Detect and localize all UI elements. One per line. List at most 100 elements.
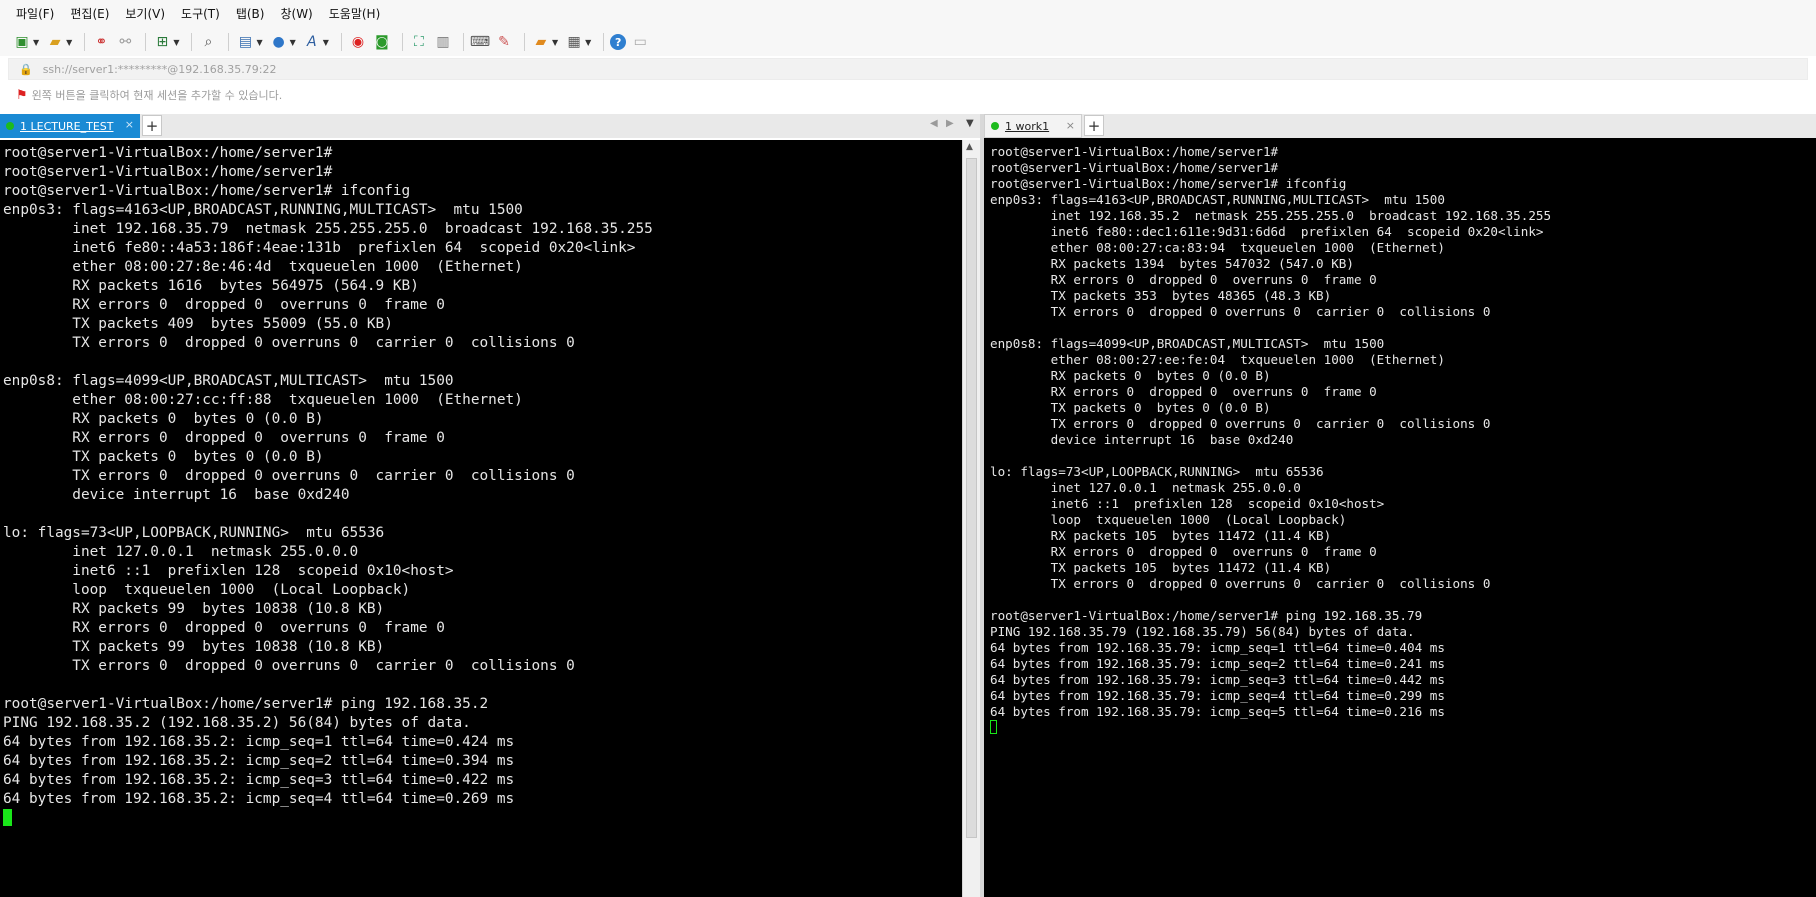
session-info-bar: ⚑ 왼쪽 버튼을 클릭하여 현재 세션을 추가할 수 있습니다. <box>8 84 1816 106</box>
address-bar[interactable]: 🔒 ssh://server1:*********@192.168.35.79:… <box>8 58 1808 80</box>
terminal-line: inet 127.0.0.1 netmask 255.0.0.0 <box>3 544 359 560</box>
open-folder-icon[interactable]: ▰ <box>45 32 65 52</box>
terminal-line: TX errors 0 dropped 0 overruns 0 carrier… <box>990 576 1491 591</box>
terminal-line: RX errors 0 dropped 0 overruns 0 frame 0 <box>3 430 445 446</box>
lock-icon[interactable]: ▥ <box>433 32 453 52</box>
terminal-line: 64 bytes from 192.168.35.2: icmp_seq=4 t… <box>3 791 515 807</box>
toolbar-separator <box>84 33 86 51</box>
terminal-line: inet6 ::1 prefixlen 128 scopeid 0x10<hos… <box>3 563 454 579</box>
properties-icon[interactable]: ▤ <box>235 32 255 52</box>
terminal-prompt-line <box>3 809 962 828</box>
toolbar: ▣ ▼ ▰ ▼ ⚭ ⚯ ⊞ ▼ ⌕ ▤ ▼ ● ▼ A ▼ ◉ ◙ ⛶ ▥ ⌨ … <box>0 28 1816 56</box>
new-session-icon[interactable]: ▣ <box>12 32 32 52</box>
fullscreen-icon[interactable]: ⛶ <box>409 32 429 52</box>
terminal-line: RX packets 0 bytes 0 (0.0 B) <box>990 368 1271 383</box>
connect-icon[interactable]: ⚭ <box>91 32 111 52</box>
new-tab-icon[interactable]: ⊞ <box>152 32 172 52</box>
add-tab-button[interactable]: + <box>1084 115 1104 136</box>
terminal-line: 64 bytes from 192.168.35.79: icmp_seq=4 … <box>990 688 1445 703</box>
terminal-line: RX errors 0 dropped 0 overruns 0 frame 0 <box>990 384 1377 399</box>
terminal-line: 64 bytes from 192.168.35.2: icmp_seq=1 t… <box>3 734 515 750</box>
terminal-line: RX errors 0 dropped 0 overruns 0 frame 0 <box>990 272 1377 287</box>
terminal-line: loop txqueuelen 1000 (Local Loopback) <box>3 582 411 598</box>
terminal-line: 64 bytes from 192.168.35.79: icmp_seq=3 … <box>990 672 1445 687</box>
connected-status-icon <box>6 122 14 130</box>
menu-edit[interactable]: 편집(E) <box>62 0 117 28</box>
font-icon[interactable]: A <box>302 32 322 52</box>
chevron-down-icon[interactable]: ▼ <box>66 38 72 47</box>
terminal-line: RX packets 99 bytes 10838 (10.8 KB) <box>3 601 385 617</box>
disconnect-icon[interactable]: ⚯ <box>115 32 135 52</box>
tab-lecture-test[interactable]: 1 LECTURE_TEST × <box>0 114 140 138</box>
menu-tab[interactable]: 탭(B) <box>228 0 273 28</box>
tab-scroll-left-icon[interactable]: ◀ <box>930 118 938 129</box>
menu-help[interactable]: 도움말(H) <box>321 0 389 28</box>
terminal-line: ether 08:00:27:cc:ff:88 txqueuelen 1000 … <box>3 392 523 408</box>
menu-file[interactable]: 파일(F) <box>8 0 62 28</box>
menu-tools[interactable]: 도구(T) <box>173 0 228 28</box>
find-icon[interactable]: ⌕ <box>198 32 218 52</box>
globe-icon[interactable]: ● <box>269 32 289 52</box>
close-icon[interactable]: × <box>125 118 134 131</box>
layout-icon[interactable]: ▦ <box>564 32 584 52</box>
terminal-line: root@server1-VirtualBox:/home/server1# i… <box>3 183 411 199</box>
xftp-icon[interactable]: ◉ <box>348 32 368 52</box>
terminal-line: TX packets 105 bytes 11472 (11.4 KB) <box>990 560 1332 575</box>
chevron-down-icon[interactable]: ▼ <box>552 38 558 47</box>
terminal-line: inet 192.168.35.79 netmask 255.255.255.0… <box>3 221 653 237</box>
terminal-line: TX packets 409 bytes 55009 (55.0 KB) <box>3 316 393 332</box>
menu-view[interactable]: 보기(V) <box>117 0 173 28</box>
tab-scroll-right-icon[interactable]: ▶ <box>946 118 954 129</box>
left-tab-strip: 1 LECTURE_TEST × + ◀ ▶ ▼ <box>0 114 980 138</box>
address-text: ssh://server1:*********@192.168.35.79:22 <box>42 62 277 76</box>
scrollbar[interactable]: ▲ <box>962 140 980 897</box>
terminal-line: root@server1-VirtualBox:/home/server1# <box>990 144 1279 159</box>
terminal-line: root@server1-VirtualBox:/home/server1# i… <box>990 176 1347 191</box>
terminal-line: TX errors 0 dropped 0 overruns 0 carrier… <box>3 658 575 674</box>
bookmark-icon[interactable]: ⚑ <box>16 88 28 103</box>
keyboard-icon[interactable]: ⌨ <box>470 32 490 52</box>
terminal-right[interactable]: root@server1-VirtualBox:/home/server1# ro… <box>984 138 1816 897</box>
terminal-line: root@server1-VirtualBox:/home/server1# <box>990 160 1279 175</box>
chevron-down-icon[interactable]: ▼ <box>256 38 262 47</box>
terminal-line: lo: flags=73<UP,LOOPBACK,RUNNING> mtu 65… <box>990 464 1324 479</box>
terminal-line: RX packets 0 bytes 0 (0.0 B) <box>3 411 324 427</box>
terminal-left[interactable]: root@server1-VirtualBox:/home/server1# ro… <box>0 140 962 897</box>
toolbar-separator <box>228 33 230 51</box>
terminal-line: RX errors 0 dropped 0 overruns 0 frame 0 <box>990 544 1377 559</box>
toolbar-separator <box>603 33 605 51</box>
add-folder-icon[interactable]: ▰ <box>531 32 551 52</box>
chevron-down-icon[interactable]: ▼ <box>585 38 591 47</box>
menu-window[interactable]: 창(W) <box>272 0 320 28</box>
scrollbar-thumb[interactable] <box>966 158 977 838</box>
scroll-up-icon[interactable]: ▲ <box>966 142 973 152</box>
chevron-down-icon[interactable]: ▼ <box>173 38 179 47</box>
add-tab-button[interactable]: + <box>142 115 162 136</box>
tab-work1[interactable]: 1 work1 × <box>984 114 1082 138</box>
terminal-line: loop txqueuelen 1000 (Local Loopback) <box>990 512 1347 527</box>
terminal-line: TX packets 99 bytes 10838 (10.8 KB) <box>3 639 385 655</box>
chevron-down-icon[interactable]: ▼ <box>33 38 39 47</box>
terminal-line: TX errors 0 dropped 0 overruns 0 carrier… <box>990 416 1491 431</box>
terminal-line: enp0s3: flags=4163<UP,BROADCAST,RUNNING,… <box>990 192 1445 207</box>
tab-list-icon[interactable]: ▼ <box>966 118 974 129</box>
toolbar-separator <box>401 33 403 51</box>
chevron-down-icon[interactable]: ▼ <box>323 38 329 47</box>
chat-icon[interactable]: ▭ <box>630 32 650 52</box>
terminal-cursor <box>990 720 997 734</box>
toolbar-separator <box>462 33 464 51</box>
toolbar-separator <box>191 33 193 51</box>
close-icon[interactable]: × <box>1066 119 1075 132</box>
terminal-line: 64 bytes from 192.168.35.2: icmp_seq=2 t… <box>3 753 515 769</box>
right-tab-strip: 1 work1 × + <box>984 114 1816 138</box>
terminal-line: ether 08:00:27:ca:83:94 txqueuelen 1000 … <box>990 240 1445 255</box>
terminal-line: ether 08:00:27:ee:fe:04 txqueuelen 1000 … <box>990 352 1445 367</box>
help-icon[interactable]: ? <box>610 34 627 50</box>
terminal-line: 64 bytes from 192.168.35.79: icmp_seq=1 … <box>990 640 1445 655</box>
xmanager-icon[interactable]: ◙ <box>372 32 392 52</box>
chevron-down-icon[interactable]: ▼ <box>290 38 296 47</box>
compose-icon[interactable]: ✎ <box>494 32 514 52</box>
